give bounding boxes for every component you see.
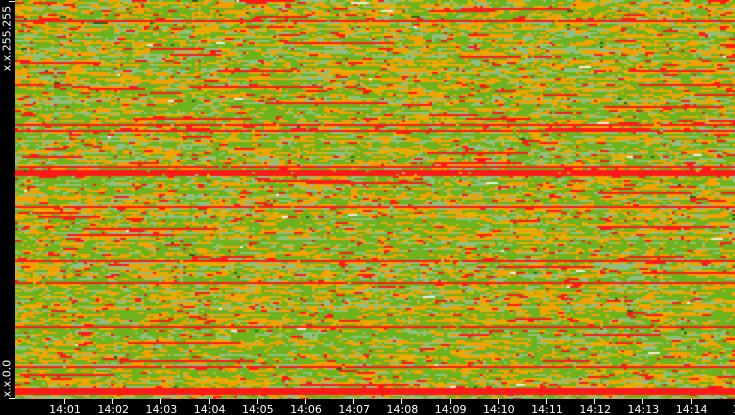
x-tick-label: 14:13	[627, 403, 660, 415]
heatmap-chart: x.x.255.255 x.x.0.0 14:01 14:02 14:03 14:04…	[0, 0, 735, 415]
y-tick-label-top: x.x.255.255	[0, 5, 14, 72]
x-tick-label: 14:10	[482, 403, 515, 415]
x-tick-label: 14:02	[97, 403, 130, 415]
heatmap-plot-area	[15, 0, 735, 399]
x-tick-label: 14:07	[338, 403, 371, 415]
y-tick-label-bottom: x.x.0.0	[0, 359, 14, 398]
x-tick-label: 14:05	[241, 403, 274, 415]
x-tick-label: 14:12	[579, 403, 612, 415]
x-tick-label: 14:14	[675, 403, 708, 415]
x-tick-label: 14:09	[434, 403, 467, 415]
x-tick-label: 14:06	[290, 403, 322, 415]
x-tick-label: 14:04	[193, 403, 226, 415]
x-tick-label: 14:03	[145, 403, 178, 415]
x-tick-label: 14:11	[531, 403, 563, 415]
x-tick-label: 14:01	[49, 403, 81, 415]
x-tick-label: 14:08	[386, 403, 419, 415]
